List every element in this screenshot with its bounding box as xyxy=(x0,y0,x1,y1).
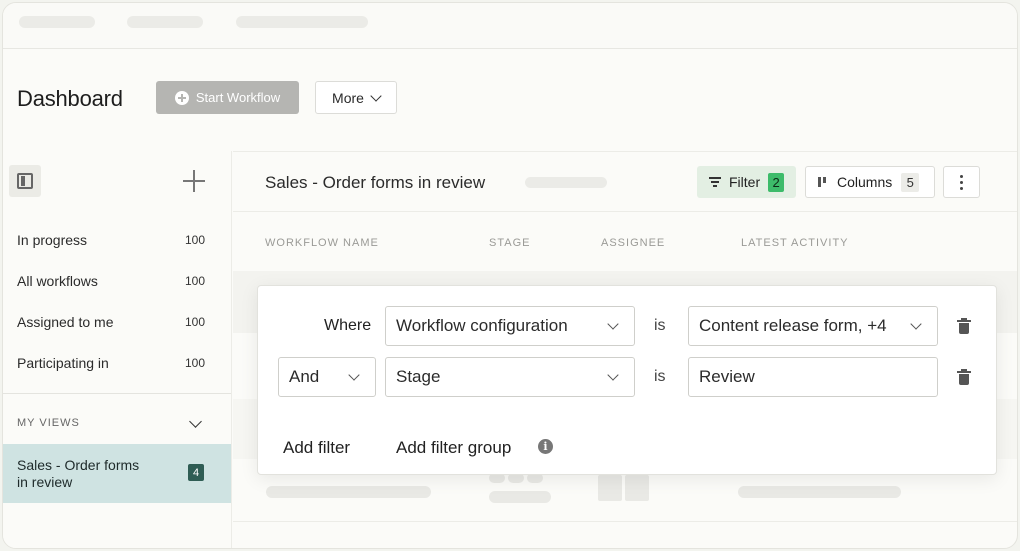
plus-circle-icon xyxy=(174,90,189,105)
sidebar-divider xyxy=(3,393,231,394)
filter-popover: Where Workflow configuration is Content … xyxy=(257,285,997,475)
filter-value-text: Review xyxy=(699,367,755,386)
sidebar-item-count: 100 xyxy=(184,315,205,329)
column-header-stage[interactable]: STAGE xyxy=(489,237,530,249)
filter-field-select[interactable]: Workflow configuration xyxy=(385,306,635,346)
chevron-down-icon xyxy=(370,89,382,102)
table-divider xyxy=(233,521,1017,522)
kebab-dot-icon xyxy=(960,174,963,178)
filter-field-value: Workflow configuration xyxy=(396,316,568,335)
sidebar-panel-icon xyxy=(17,173,33,189)
filter-value-select[interactable]: Content release form, +4 xyxy=(688,306,938,346)
view-title: Sales - Order forms in review xyxy=(265,173,486,192)
top-bar xyxy=(3,3,1017,49)
sidebar-item-sales-order-forms[interactable]: Sales - Order forms in review 4 xyxy=(3,444,231,503)
kebab-dot-icon xyxy=(960,180,963,184)
filter-count-badge: 2 xyxy=(768,172,785,192)
more-label: More xyxy=(332,89,364,106)
start-workflow-label: Start Workflow xyxy=(195,90,281,105)
view-header: Sales - Order forms in review Filter 2 C… xyxy=(233,151,1017,212)
skeleton-placeholder xyxy=(625,475,649,501)
skeleton-placeholder xyxy=(236,16,368,28)
sidebar-item-label: Participating in xyxy=(17,355,109,371)
skeleton-placeholder xyxy=(127,16,203,28)
filter-field-select[interactable]: Stage xyxy=(385,357,635,397)
filter-where-label: Where xyxy=(324,317,372,334)
column-header-latest-activity[interactable]: LATEST ACTIVITY xyxy=(741,237,849,249)
skeleton-placeholder xyxy=(598,475,622,501)
column-header-workflow-name[interactable]: WORKFLOW NAME xyxy=(265,237,379,249)
sidebar-item-participating-in[interactable]: Participating in 100 xyxy=(3,343,231,384)
panel-toggle-button[interactable] xyxy=(9,165,41,197)
columns-count-badge: 5 xyxy=(901,172,920,192)
chevron-down-icon[interactable] xyxy=(189,415,202,428)
add-filter-button[interactable]: Add filter xyxy=(283,438,350,458)
plus-icon[interactable] xyxy=(183,170,205,192)
sidebar-item-count: 100 xyxy=(184,233,205,247)
sidebar-item-label: All workflows xyxy=(17,273,98,289)
column-header-assignee[interactable]: ASSIGNEE xyxy=(601,237,665,249)
trash-icon[interactable] xyxy=(957,318,971,335)
filter-label: Filter xyxy=(729,174,761,190)
skeleton-placeholder xyxy=(266,486,431,498)
page-title: Dashboard xyxy=(17,86,123,111)
my-views-heading: MY VIEWS xyxy=(17,417,80,429)
chevron-down-icon xyxy=(607,369,619,381)
skeleton-placeholder xyxy=(738,486,901,498)
add-filter-group-button[interactable]: Add filter group xyxy=(396,438,511,458)
kebab-dot-icon xyxy=(960,186,963,190)
chevron-down-icon xyxy=(910,318,922,330)
sidebar-item-label: In progress xyxy=(17,232,88,248)
filter-value-text: Content release form, +4 xyxy=(699,316,887,335)
filter-conjunction-value: And xyxy=(289,367,320,386)
app-window: Dashboard Start Workflow More In progres… xyxy=(2,2,1018,549)
skeleton-placeholder xyxy=(489,491,551,503)
more-options-button[interactable] xyxy=(943,166,980,198)
chevron-down-icon xyxy=(348,369,360,381)
info-icon[interactable]: i xyxy=(538,439,553,454)
columns-button[interactable]: Columns 5 xyxy=(805,166,935,198)
columns-icon xyxy=(818,177,828,187)
filter-operator-label: is xyxy=(654,317,666,334)
trash-icon[interactable] xyxy=(957,369,971,386)
sidebar-item-in-progress[interactable]: In progress 100 xyxy=(3,220,231,261)
sidebar-item-count: 4 xyxy=(188,464,204,481)
sidebar-item-label: Sales - Order forms in review xyxy=(17,457,140,490)
sidebar-item-label: Assigned to me xyxy=(17,314,114,330)
filter-value-input[interactable]: Review xyxy=(688,357,938,397)
sidebar-item-assigned-to-me[interactable]: Assigned to me 100 xyxy=(3,302,231,343)
filter-field-value: Stage xyxy=(396,367,441,386)
skeleton-placeholder xyxy=(19,16,95,28)
more-button[interactable]: More xyxy=(315,81,397,114)
sidebar-item-all-workflows[interactable]: All workflows 100 xyxy=(3,261,231,302)
sidebar-item-count: 100 xyxy=(184,274,205,288)
filter-conjunction-select[interactable]: And xyxy=(278,357,376,397)
filter-operator-label: is xyxy=(654,368,666,385)
chevron-down-icon xyxy=(607,318,619,330)
filter-button[interactable]: Filter 2 xyxy=(697,166,796,198)
columns-label: Columns xyxy=(837,174,893,190)
filter-icon xyxy=(709,177,721,187)
sidebar: In progress 100 All workflows 100 Assign… xyxy=(3,151,232,548)
sidebar-item-count: 100 xyxy=(184,356,205,370)
start-workflow-button[interactable]: Start Workflow xyxy=(156,81,299,114)
skeleton-placeholder xyxy=(525,177,607,188)
